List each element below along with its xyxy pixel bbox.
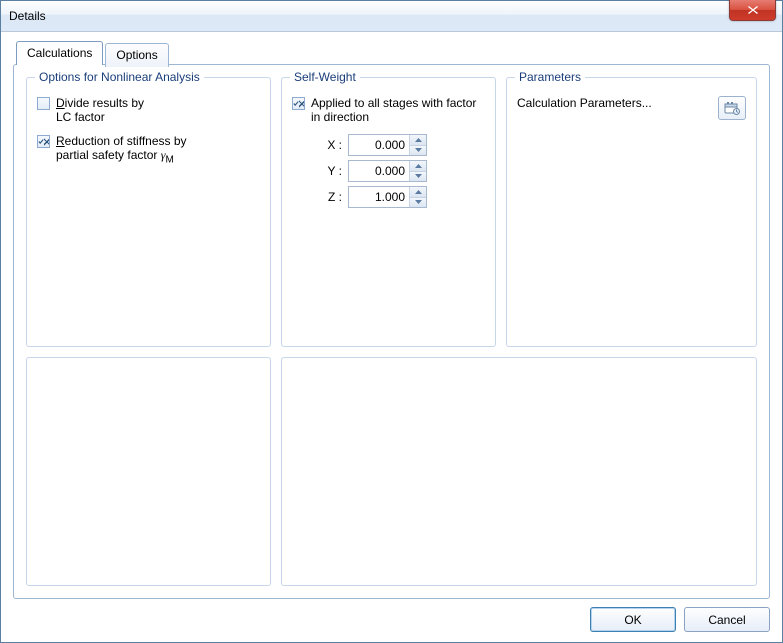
group-bottom-right (281, 357, 757, 586)
option-divide-results[interactable]: Divide results by LC factor (37, 96, 260, 124)
close-icon (747, 5, 759, 15)
spinner-buttons (409, 135, 426, 155)
factor-y-input[interactable] (349, 161, 409, 181)
details-dialog: Details Calculations Options Options for… (0, 0, 783, 643)
tab-calculations[interactable]: Calculations (16, 41, 103, 65)
checkbox-label: Applied to all stages with factor in dir… (311, 96, 476, 124)
axis-z-label: Z : (322, 190, 342, 204)
axis-x-label: X : (322, 138, 342, 152)
factor-x-spinner[interactable] (348, 134, 427, 156)
group-self-weight: Self-Weight Applied to all stages with f… (281, 77, 496, 347)
button-label: OK (624, 613, 641, 627)
spin-down-button[interactable] (410, 172, 426, 182)
factor-x-input[interactable] (349, 135, 409, 155)
client-area: Calculations Options Options for Nonline… (1, 32, 782, 642)
titlebar: Details (1, 1, 782, 32)
button-label: Cancel (708, 613, 745, 627)
direction-factors: X : Y : (322, 134, 485, 208)
window-title: Details (9, 9, 46, 23)
cancel-button[interactable]: Cancel (684, 607, 770, 632)
checkbox-applied-all-stages[interactable] (292, 97, 305, 110)
group-legend: Options for Nonlinear Analysis (35, 70, 204, 84)
group-bottom-left (26, 357, 271, 586)
factor-z-input[interactable] (349, 187, 409, 207)
parameters-row: Calculation Parameters... (517, 96, 746, 120)
tab-options[interactable]: Options (105, 43, 168, 67)
tabpage-calculations: Options for Nonlinear Analysis Divide re… (13, 64, 770, 599)
option-reduction-stiffness[interactable]: Reduction of stiffness by partial safety… (37, 134, 260, 167)
tabstrip: Calculations Options (16, 40, 770, 64)
top-row: Options for Nonlinear Analysis Divide re… (26, 77, 757, 347)
checkbox-divide-results[interactable] (37, 97, 50, 110)
group-legend: Parameters (515, 70, 585, 84)
calculation-parameters-label: Calculation Parameters... (517, 96, 652, 110)
group-parameters: Parameters Calculation Parameters... (506, 77, 757, 347)
factor-z-spinner[interactable] (348, 186, 427, 208)
option-applied-all-stages[interactable]: Applied to all stages with factor in dir… (292, 96, 485, 124)
tab-label: Calculations (27, 46, 92, 60)
axis-y-label: Y : (322, 164, 342, 178)
checkbox-label: Reduction of stiffness by partial safety… (56, 134, 187, 167)
checkbox-reduction-stiffness[interactable] (37, 135, 50, 148)
spin-up-button[interactable] (410, 135, 426, 146)
group-legend: Self-Weight (290, 70, 360, 84)
close-button[interactable] (729, 0, 776, 21)
spin-up-button[interactable] (410, 187, 426, 198)
parameters-icon (724, 101, 740, 115)
spinner-buttons (409, 187, 426, 207)
bottom-row (26, 357, 757, 586)
ok-button[interactable]: OK (590, 607, 676, 632)
spin-down-button[interactable] (410, 146, 426, 156)
checkbox-label: Divide results by LC factor (56, 96, 144, 124)
group-nonlinear-analysis: Options for Nonlinear Analysis Divide re… (26, 77, 271, 347)
factor-y-row: Y : (322, 160, 485, 182)
tab-label: Options (116, 48, 157, 62)
spin-down-button[interactable] (410, 198, 426, 208)
factor-y-spinner[interactable] (348, 160, 427, 182)
dialog-buttons: OK Cancel (13, 599, 770, 632)
spinner-buttons (409, 161, 426, 181)
factor-z-row: Z : (322, 186, 485, 208)
spin-up-button[interactable] (410, 161, 426, 172)
calculation-parameters-button[interactable] (718, 96, 746, 120)
factor-x-row: X : (322, 134, 485, 156)
